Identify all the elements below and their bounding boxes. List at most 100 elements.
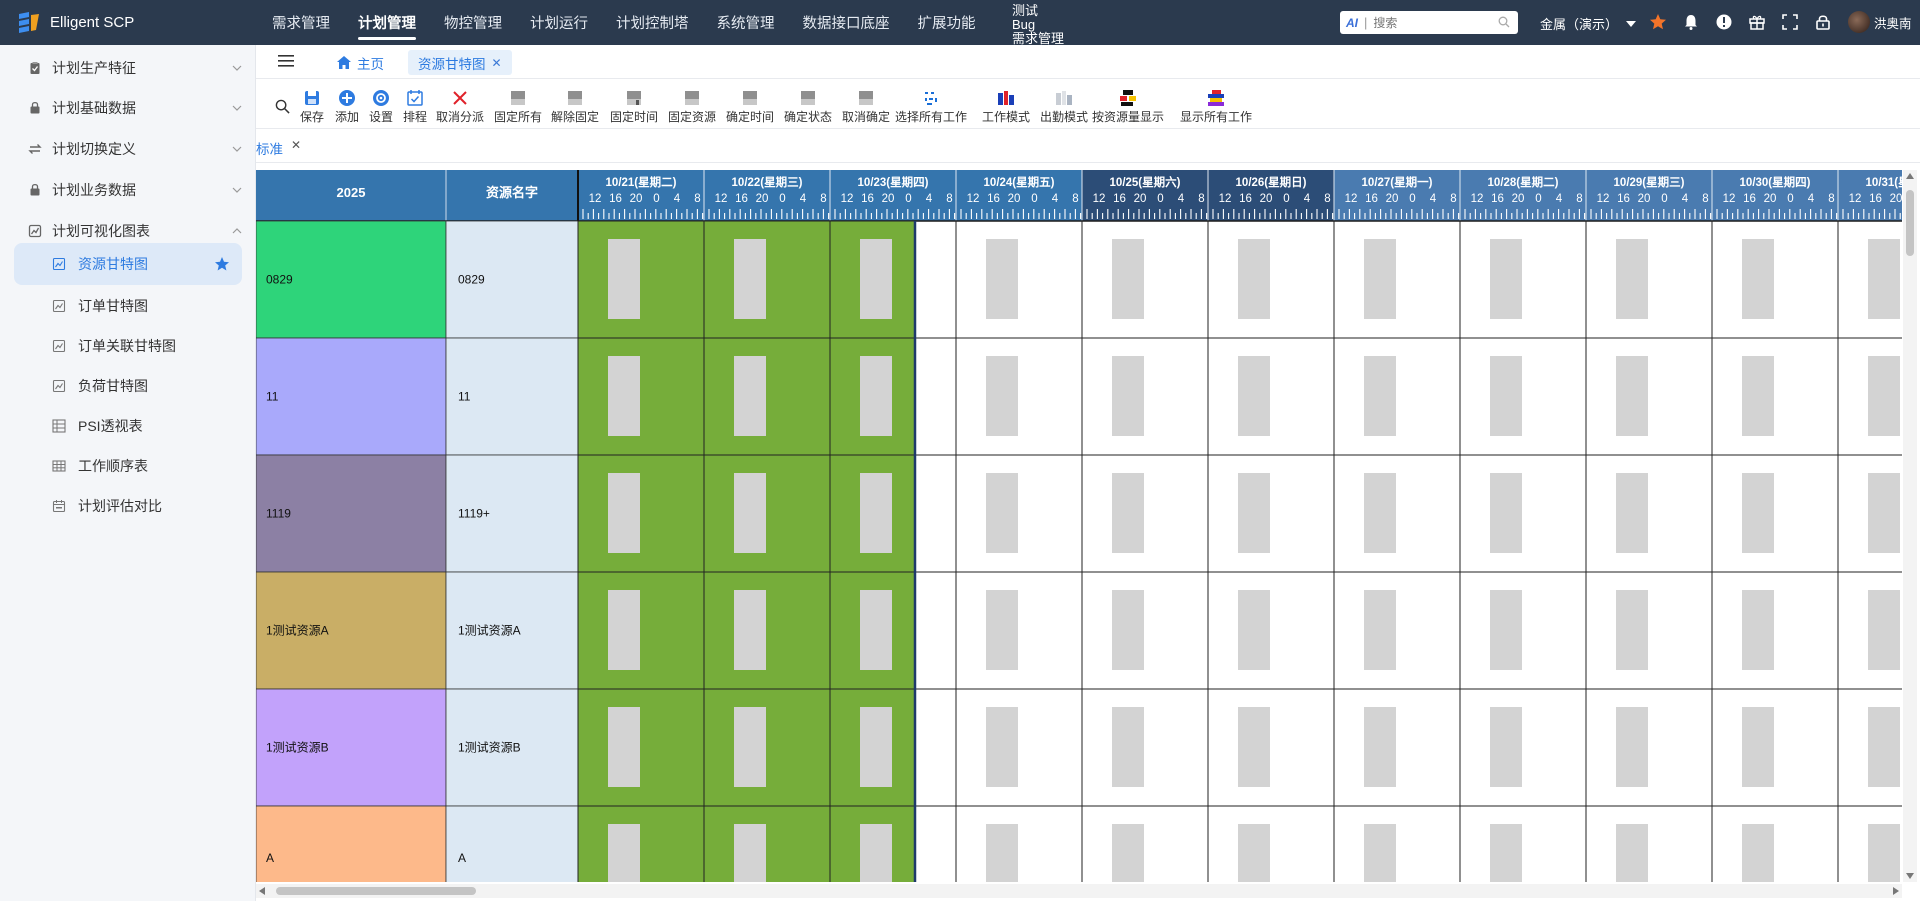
- work-block[interactable]: [986, 707, 1018, 787]
- gantt-day-cell[interactable]: [1585, 220, 1713, 339]
- work-block[interactable]: [1238, 239, 1270, 319]
- bell-icon[interactable]: [1682, 13, 1700, 31]
- sidebar-item-4[interactable]: PSI透视表: [14, 405, 242, 447]
- gantt-day-cell[interactable]: [955, 688, 1083, 807]
- toolbar-button-16[interactable]: 显示所有工作: [1180, 89, 1252, 125]
- gantt-day-cell[interactable]: [1585, 454, 1713, 573]
- lock-icon[interactable]: [1814, 13, 1832, 31]
- gantt-day-cell[interactable]: [1207, 454, 1335, 573]
- work-block[interactable]: [1364, 356, 1396, 436]
- sidebar-item-0[interactable]: 资源甘特图: [14, 243, 242, 285]
- gantt-day-cell[interactable]: [1081, 220, 1209, 339]
- resource-gantt-chart[interactable]: 2025 资源名字 10/21(星期二) 12 16 20 0 4 8 10/22(星期三) 12 1…: [256, 170, 1902, 882]
- tab-resource-gantt[interactable]: 资源甘特图 ✕: [408, 50, 512, 75]
- work-block[interactable]: [1868, 473, 1900, 553]
- nav-item-5[interactable]: 系统管理: [703, 0, 789, 45]
- gantt-day-cell[interactable]: [1081, 688, 1209, 807]
- sidebar-item-6[interactable]: 计划评估对比: [14, 485, 242, 527]
- work-block[interactable]: [734, 356, 766, 436]
- toolbar-button-8[interactable]: 固定资源: [668, 89, 716, 125]
- fullscreen-icon[interactable]: [1781, 13, 1799, 31]
- work-block[interactable]: [986, 473, 1018, 553]
- gantt-day-cell[interactable]: [1585, 337, 1713, 456]
- work-block[interactable]: [734, 824, 766, 882]
- sidebar-group-0[interactable]: 计划生产特征: [0, 48, 256, 88]
- gantt-day-cell[interactable]: [1207, 571, 1335, 690]
- work-block[interactable]: [734, 707, 766, 787]
- work-block[interactable]: [1742, 239, 1774, 319]
- scroll-left-icon[interactable]: [259, 887, 265, 895]
- toolbar-button-7[interactable]: 固定时间: [610, 89, 658, 125]
- sidebar-item-1[interactable]: 订单甘特图: [14, 285, 242, 327]
- work-block[interactable]: [986, 239, 1018, 319]
- sidebar-group-3[interactable]: 计划业务数据: [0, 170, 256, 210]
- favorite-star-icon[interactable]: [214, 256, 230, 272]
- gantt-day-cell[interactable]: [1711, 688, 1839, 807]
- work-block[interactable]: [986, 824, 1018, 882]
- work-block[interactable]: [1112, 590, 1144, 670]
- horizontal-scroll-thumb[interactable]: [276, 887, 476, 895]
- work-block[interactable]: [1490, 824, 1522, 882]
- gantt-day-cell[interactable]: [1081, 571, 1209, 690]
- resource-code-cell[interactable]: [256, 337, 447, 456]
- gantt-day-cell[interactable]: [1207, 337, 1335, 456]
- gantt-day-cell[interactable]: [1459, 688, 1587, 807]
- gantt-day-cell[interactable]: [1081, 805, 1209, 882]
- avatar[interactable]: [1848, 11, 1870, 33]
- global-search[interactable]: AI |: [1340, 11, 1518, 34]
- gantt-day-cell[interactable]: [1459, 454, 1587, 573]
- gantt-day-cell[interactable]: [1585, 805, 1713, 882]
- gantt-day-cell[interactable]: [1711, 220, 1839, 339]
- work-block[interactable]: [1364, 824, 1396, 882]
- nav-stack-item-2[interactable]: 需求管理: [1012, 32, 1064, 46]
- work-block[interactable]: [1238, 707, 1270, 787]
- work-block[interactable]: [1364, 473, 1396, 553]
- ai-search-icon[interactable]: AI: [1346, 16, 1358, 30]
- sidebar-group-2[interactable]: 计划切换定义: [0, 129, 256, 169]
- work-block[interactable]: [1616, 590, 1648, 670]
- work-block[interactable]: [1616, 356, 1648, 436]
- work-block[interactable]: [1868, 590, 1900, 670]
- work-block[interactable]: [1112, 473, 1144, 553]
- app-logo[interactable]: Elligent SCP: [16, 10, 134, 34]
- toolbar-search-icon[interactable]: [275, 99, 290, 114]
- gantt-day-cell[interactable]: [1081, 454, 1209, 573]
- toolbar-button-2[interactable]: 设置: [369, 89, 393, 125]
- nav-overflow-stack[interactable]: 测试 Bug 需求管理: [1012, 4, 1064, 45]
- view-tag[interactable]: 标准 ✕: [256, 138, 301, 158]
- vertical-scrollbar[interactable]: [1903, 170, 1917, 882]
- toolbar-button-5[interactable]: 固定所有: [494, 89, 542, 125]
- work-block[interactable]: [1868, 356, 1900, 436]
- work-block[interactable]: [1742, 824, 1774, 882]
- work-block[interactable]: [860, 707, 892, 787]
- sidebar-item-5[interactable]: 工作顺序表: [14, 445, 242, 487]
- gantt-day-cell[interactable]: [1585, 688, 1713, 807]
- scroll-right-icon[interactable]: [1893, 887, 1899, 895]
- sidebar-group-1[interactable]: 计划基础数据: [0, 88, 256, 128]
- star-icon[interactable]: [1649, 13, 1667, 31]
- sidebar-item-3[interactable]: 负荷甘特图: [14, 365, 242, 407]
- work-block[interactable]: [1616, 824, 1648, 882]
- work-block[interactable]: [860, 473, 892, 553]
- work-block[interactable]: [608, 356, 640, 436]
- scroll-up-icon[interactable]: [1906, 173, 1914, 179]
- gantt-day-cell[interactable]: [1333, 220, 1461, 339]
- gantt-day-cell[interactable]: [1333, 571, 1461, 690]
- work-block[interactable]: [608, 824, 640, 882]
- toolbar-button-15[interactable]: 按资源量显示: [1092, 89, 1164, 125]
- work-block[interactable]: [1364, 239, 1396, 319]
- alert-icon[interactable]: [1715, 13, 1733, 31]
- toolbar-button-4[interactable]: 取消分派: [436, 89, 484, 125]
- gantt-day-cell[interactable]: [1711, 805, 1839, 882]
- work-block[interactable]: [1364, 707, 1396, 787]
- gantt-day-cell[interactable]: [1333, 337, 1461, 456]
- gantt-day-cell[interactable]: [1711, 337, 1839, 456]
- vertical-scroll-thumb[interactable]: [1906, 190, 1914, 256]
- gantt-day-cell[interactable]: [1207, 688, 1335, 807]
- gantt-day-cell[interactable]: [955, 571, 1083, 690]
- work-block[interactable]: [1112, 707, 1144, 787]
- work-block[interactable]: [1616, 239, 1648, 319]
- horizontal-scrollbar[interactable]: [256, 884, 1902, 898]
- work-block[interactable]: [734, 239, 766, 319]
- work-block[interactable]: [986, 356, 1018, 436]
